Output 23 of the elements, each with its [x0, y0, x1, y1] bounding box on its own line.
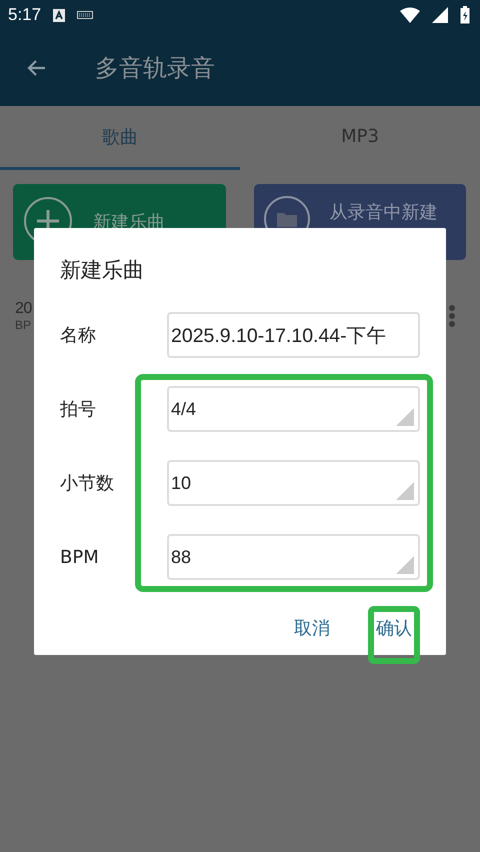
field-label: 小节数: [60, 472, 115, 495]
song-title: 20: [15, 300, 32, 318]
dialog-button[interactable]: 确认: [368, 606, 420, 664]
dropdown-field[interactable]: 10: [167, 460, 420, 506]
wifi-icon: [400, 7, 420, 23]
keyboard-icon: [77, 11, 94, 19]
input-field[interactable]: 2025.9.10-17.10.44-下午: [167, 312, 420, 358]
dropdown-corner-icon: [396, 556, 414, 574]
dropdown-corner-icon: [396, 482, 414, 500]
app-title: 多音轨录音: [95, 53, 215, 84]
status-time: 5:17: [8, 5, 42, 25]
dropdown-corner-icon: [396, 408, 414, 426]
field-label: 名称: [60, 324, 97, 347]
battery-icon: [460, 6, 470, 24]
dialog-button[interactable]: 取消: [286, 606, 338, 664]
signal-icon: [432, 7, 448, 23]
dialog-title: 新建乐曲: [60, 257, 145, 284]
field-label: BPM: [60, 546, 100, 568]
field-label: 拍号: [60, 398, 97, 421]
keyboard-a-icon: [53, 8, 66, 22]
song-subtitle: BP: [15, 318, 32, 332]
dropdown-field[interactable]: 88: [167, 534, 420, 580]
dropdown-field[interactable]: 4/4: [167, 386, 420, 432]
